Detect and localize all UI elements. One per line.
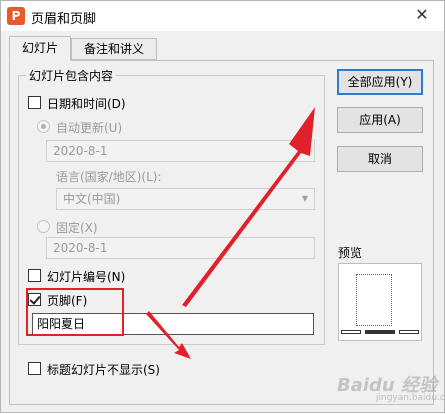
- close-icon[interactable]: ✕: [409, 4, 435, 26]
- fixed-date-field[interactable]: 2020-8-1: [46, 237, 315, 259]
- cancel-button[interactable]: 取消: [337, 146, 423, 172]
- tab-notes-handouts[interactable]: 备注和讲义: [71, 38, 157, 60]
- preview-label: 预览: [338, 246, 363, 260]
- group-legend: 幻灯片包含内容: [26, 67, 117, 84]
- hide-on-title-label: 标题幻灯片不显示(S): [47, 363, 160, 377]
- date-time-checkbox[interactable]: [28, 96, 41, 109]
- watermark-url: jingyan.baidu.com: [376, 393, 445, 403]
- preview-number-placeholder: [399, 330, 419, 334]
- date-time-label: 日期和时间(D): [47, 97, 126, 111]
- app-logo-icon: P: [7, 7, 25, 25]
- dropdown-arrow-icon: ▼: [301, 194, 309, 203]
- slide-number-checkbox[interactable]: [28, 269, 41, 282]
- preview-date-placeholder: [341, 330, 361, 334]
- hide-on-title-checkbox[interactable]: [28, 362, 41, 375]
- title-bar: P 页眉和页脚 ✕: [1, 1, 444, 31]
- dropdown-arrow-icon: ▼: [301, 146, 309, 155]
- language-value: 中文(中国): [63, 192, 121, 206]
- preview-slide: [356, 274, 392, 326]
- fixed-label: 固定(X): [56, 221, 98, 235]
- fixed-radio[interactable]: [37, 220, 50, 233]
- language-label: 语言(国家/地区)(L):: [56, 170, 162, 184]
- auto-update-label: 自动更新(U): [56, 121, 123, 135]
- auto-update-radio[interactable]: [37, 120, 50, 133]
- highlight-box: [26, 288, 124, 336]
- auto-update-date-value: 2020-8-1: [53, 144, 108, 158]
- preview-footer-placeholder: [365, 330, 395, 334]
- language-select[interactable]: 中文(中国) ▼: [56, 188, 315, 210]
- apply-button[interactable]: 应用(A): [337, 107, 423, 133]
- tab-slides[interactable]: 幻灯片: [9, 36, 71, 61]
- preview-box: [338, 263, 422, 341]
- slide-number-label: 幻灯片编号(N): [47, 270, 126, 284]
- header-footer-dialog: P 页眉和页脚 ✕ 幻灯片 备注和讲义 幻灯片包含内容 日期和时间(D) 自动更…: [0, 0, 445, 413]
- apply-all-button[interactable]: 全部应用(Y): [337, 69, 423, 95]
- auto-update-date-select[interactable]: 2020-8-1 ▼: [46, 140, 315, 162]
- dialog-title: 页眉和页脚: [31, 12, 97, 27]
